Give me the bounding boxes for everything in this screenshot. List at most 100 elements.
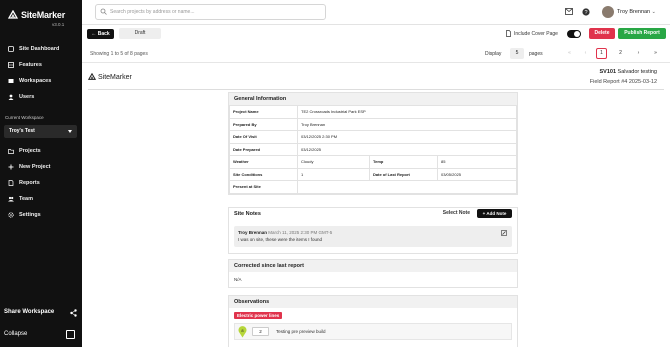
sidebar-item-projects[interactable]: Projects xyxy=(8,148,80,154)
arrow-left-icon: ← xyxy=(91,31,97,37)
first-page-button[interactable]: « xyxy=(564,48,575,59)
table-row: Weather Cloudy Temp 85 xyxy=(229,155,517,169)
note-author: Troy Brennan xyxy=(238,230,268,235)
sidebar-item-label: Site Dashboard xyxy=(19,46,60,52)
sidebar-item-users[interactable]: Users xyxy=(8,94,80,100)
back-label: Back xyxy=(97,31,110,37)
pages-label: pages xyxy=(529,51,543,57)
reports-icon xyxy=(8,180,14,186)
report-logo-text: SiteMarker xyxy=(98,73,132,81)
note-header: Troy Brennan March 11, 2025 2:30 PM GMT-… xyxy=(238,230,508,235)
avatar[interactable] xyxy=(602,6,614,18)
edit-icon[interactable] xyxy=(501,230,507,236)
sidebar-item-new-project[interactable]: New Project xyxy=(8,164,80,170)
dashboard-icon xyxy=(8,46,14,52)
row-label: Prepared By xyxy=(229,117,298,131)
row-value: 03/12/2025 2:30 PM xyxy=(297,130,517,144)
table-row: Date Prepared 03/12/2025 xyxy=(229,142,517,156)
general-information-section: General Information Project Name TE2 Cros… xyxy=(228,92,518,195)
report-document: SiteMarker SV101 Salvador testing Field … xyxy=(82,63,670,347)
showing-summary: Showing 1 to 5 of 8 pages xyxy=(90,51,148,57)
team-icon xyxy=(8,196,14,202)
sidebar-item-settings[interactable]: Settings xyxy=(8,212,80,218)
users-icon xyxy=(8,94,14,100)
sidebar-item-label: Users xyxy=(19,94,35,100)
corrected-section: Corrected since last report N/A xyxy=(228,259,518,288)
select-note-button[interactable]: Select Note xyxy=(443,210,470,216)
sidebar-item-label: New Project xyxy=(19,164,51,170)
map-pin-icon: 8 xyxy=(238,326,247,338)
display-count-select[interactable]: 5 xyxy=(510,48,524,59)
sidebar-item-features[interactable]: Features xyxy=(8,62,80,68)
sidebar-item-label: Reports xyxy=(19,180,40,186)
sidebar-item-label: Team xyxy=(19,196,33,202)
showing-suffix: pages xyxy=(134,51,148,57)
collapse-button[interactable]: Collapse xyxy=(4,331,27,337)
user-menu[interactable]: Troy Brennan ⌄ xyxy=(617,9,656,15)
row-value: 85 xyxy=(437,155,517,169)
sidebar-item-team[interactable]: Team xyxy=(8,196,80,202)
showing-from: 1 xyxy=(110,51,114,57)
plus-icon: + xyxy=(482,211,486,216)
share-workspace-button[interactable]: Share Workspace xyxy=(4,309,54,315)
sidebar-item-workspaces[interactable]: Workspaces xyxy=(8,78,80,84)
row-value: Troy Brennan xyxy=(297,117,517,131)
gear-icon xyxy=(8,212,14,218)
next-page-button[interactable]: › xyxy=(633,48,644,59)
row-value xyxy=(297,180,517,194)
row-label: Project Name xyxy=(229,105,298,119)
sidebar-item-label: Features xyxy=(19,62,42,68)
prev-page-button[interactable]: ‹ xyxy=(580,48,591,59)
section-title: Observations xyxy=(229,296,517,308)
note-timestamp: March 11, 2025 2:30 PM GMT-5 xyxy=(268,230,333,235)
page-button[interactable]: 1 xyxy=(596,48,607,59)
plus-icon xyxy=(8,164,14,170)
observation-item[interactable]: 8 2 Testing pre preview build xyxy=(234,323,512,340)
last-page-button[interactable]: » xyxy=(650,48,661,59)
table-row: Date Of Visit 03/12/2025 2:30 PM xyxy=(229,130,517,144)
general-info-table: Project Name TE2 Crossroads Industrial Pa… xyxy=(229,105,517,194)
help-icon[interactable]: ? xyxy=(582,8,590,16)
include-cover-toggle[interactable] xyxy=(567,30,581,38)
sidebar-item-site-dashboard[interactable]: Site Dashboard xyxy=(8,46,80,52)
document-icon xyxy=(506,30,511,37)
report-number: Field Report #4 2025-03-12 xyxy=(589,79,657,85)
section-title: General Information xyxy=(229,93,517,105)
app-logo[interactable]: SiteMarker xyxy=(8,10,65,20)
add-note-button[interactable]: + Add Note xyxy=(477,209,512,218)
corrected-value: N/A xyxy=(234,277,242,282)
showing-total: 8 xyxy=(130,51,133,57)
page-button[interactable]: 2 xyxy=(615,48,626,59)
search-input[interactable]: Search projects by address or name... xyxy=(95,4,326,20)
projects-icon xyxy=(8,149,14,154)
report-content: General Information Project Name TE2 Cros… xyxy=(228,92,518,347)
row-label: Site Conditions xyxy=(229,167,298,181)
note-item: Troy Brennan March 11, 2025 2:30 PM GMT-… xyxy=(234,226,512,247)
row-label: Temp xyxy=(369,155,438,169)
showing-to-word: to xyxy=(114,51,119,57)
top-bar: Search projects by address or name... ? … xyxy=(82,0,670,25)
row-value: Cloudy xyxy=(297,155,370,169)
table-row: Project Name TE2 Crossroads Industrial Pa… xyxy=(229,105,517,119)
back-button[interactable]: ← Back xyxy=(87,29,114,39)
collapse-icon[interactable] xyxy=(66,330,75,339)
observation-text: Testing pre preview build xyxy=(276,329,326,334)
sidebar-item-reports[interactable]: Reports xyxy=(8,180,80,186)
showing-to: 5 xyxy=(120,51,124,57)
sidebar: SiteMarker v3.0.1 Site Dashboard Feature… xyxy=(0,0,82,347)
publish-report-button[interactable]: Publish Report xyxy=(618,28,666,39)
delete-button[interactable]: Delete xyxy=(589,28,615,39)
table-row: Site Conditions 1 Date of Last Report 03… xyxy=(229,167,517,181)
row-label: Date Of Visit xyxy=(229,130,298,144)
mail-icon[interactable] xyxy=(565,8,573,15)
section-title: Site Notes xyxy=(234,211,261,217)
share-icon[interactable] xyxy=(70,309,77,317)
row-label: Present at Site xyxy=(229,180,298,194)
table-row: Prepared By Troy Brennan xyxy=(229,117,517,131)
workspace-select[interactable]: Troy's Test xyxy=(4,125,77,138)
observations-section: Observations Electric power lines 8 2 Te… xyxy=(228,295,518,347)
logo-icon xyxy=(8,10,18,19)
row-value: 03/05/2025 xyxy=(437,167,517,181)
sidebar-item-label: Workspaces xyxy=(19,78,52,84)
divider xyxy=(88,89,664,90)
